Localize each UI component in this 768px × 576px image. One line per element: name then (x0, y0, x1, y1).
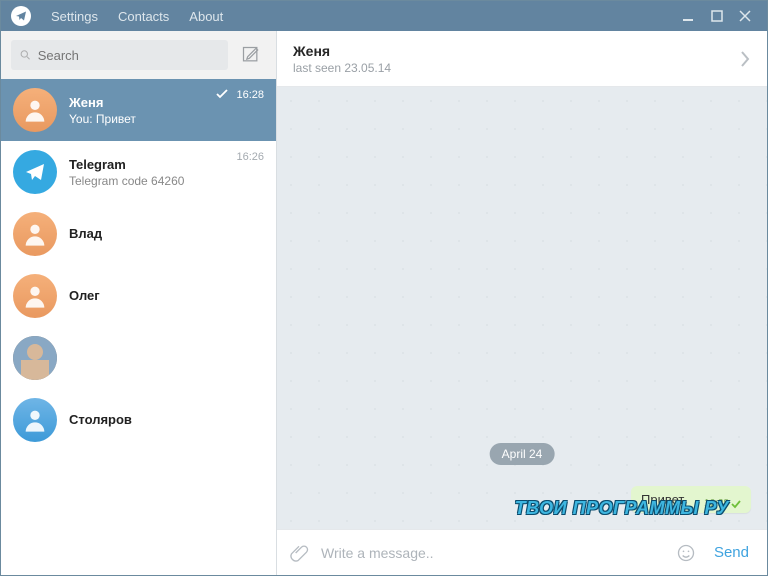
chat-item[interactable]: Олег (1, 265, 276, 327)
chat-name: Женя (69, 95, 264, 110)
date-separator: April 24 (490, 443, 555, 465)
message-time: 16:28 (704, 498, 729, 509)
close-icon[interactable] (739, 10, 751, 22)
app-logo-icon (11, 6, 31, 26)
chat-time: 16:28 (236, 89, 264, 101)
conversation-pane: Женя last seen 23.05.14 April 24 Привет … (277, 31, 767, 575)
compose-row: Send (277, 529, 767, 575)
message-check-icon (731, 499, 745, 509)
chat-item[interactable]: Telegram Telegram code 64260 16:26 (1, 141, 276, 203)
chat-name: Олег (69, 288, 264, 303)
avatar (13, 336, 57, 380)
avatar (13, 212, 57, 256)
search-row (1, 31, 276, 79)
send-button[interactable]: Send (708, 544, 755, 561)
message-input[interactable] (321, 545, 664, 561)
maximize-icon[interactable] (711, 10, 723, 22)
chat-list: Женя You: Привет 16:28 Telegram Telegram cod… (1, 79, 276, 575)
header-contact-name: Женя (293, 43, 739, 59)
avatar (13, 398, 57, 442)
chat-name: Столяров (69, 412, 264, 427)
chat-name: Telegram (69, 157, 264, 172)
search-input[interactable] (38, 48, 220, 63)
conversation-header[interactable]: Женя last seen 23.05.14 (277, 31, 767, 87)
message-area[interactable]: April 24 Привет 16:28 ТВОИ ПРОГРАММЫ РУ (277, 87, 767, 529)
chat-item[interactable]: Влад (1, 203, 276, 265)
menu-about[interactable]: About (179, 9, 233, 24)
chat-item[interactable]: Женя You: Привет 16:28 (1, 79, 276, 141)
compose-icon (241, 45, 261, 65)
avatar (13, 274, 57, 318)
message-bubble[interactable]: Привет 16:28 (631, 486, 751, 513)
chat-item[interactable] (1, 327, 276, 389)
chat-preview: You: Привет (69, 112, 264, 126)
avatar (13, 88, 57, 132)
chat-time: 16:26 (236, 151, 264, 163)
sidebar: Женя You: Привет 16:28 Telegram Telegram cod… (1, 31, 277, 575)
header-status: last seen 23.05.14 (293, 61, 739, 75)
read-check-icon (216, 89, 228, 99)
menu-settings[interactable]: Settings (41, 9, 108, 24)
titlebar: Settings Contacts About (1, 1, 767, 31)
minimize-icon[interactable] (683, 10, 695, 22)
chat-item[interactable]: Столяров (1, 389, 276, 451)
chat-preview: Telegram code 64260 (69, 174, 264, 188)
message-text: Привет (641, 492, 684, 507)
chevron-right-icon[interactable] (739, 50, 751, 68)
compose-button[interactable] (236, 40, 266, 70)
chat-name: Влад (69, 226, 264, 241)
avatar (13, 150, 57, 194)
search-icon (19, 48, 32, 62)
emoji-icon[interactable] (676, 543, 696, 563)
search-box[interactable] (11, 40, 228, 70)
menu-contacts[interactable]: Contacts (108, 9, 179, 24)
attach-icon[interactable] (289, 543, 309, 563)
